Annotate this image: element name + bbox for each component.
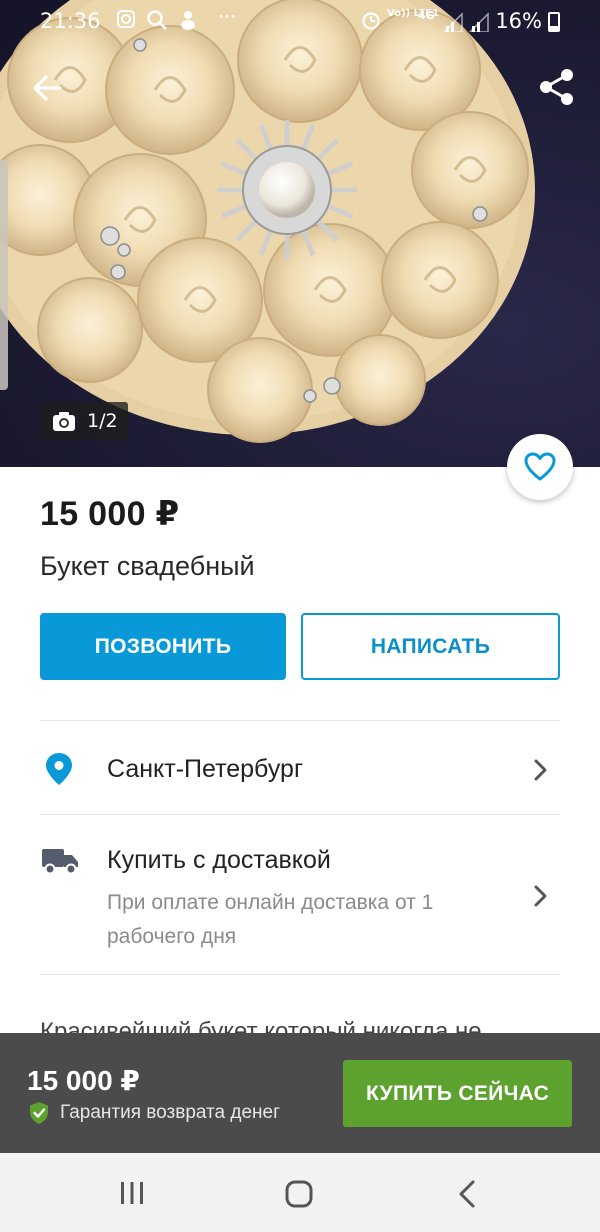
delivery-title: Купить с доставкой: [107, 846, 331, 874]
share-icon[interactable]: [536, 66, 578, 108]
signal-2-icon: [468, 12, 489, 32]
listing-price: 15 000 ₽: [40, 495, 180, 533]
search-icon: [146, 9, 168, 36]
photo-counter-text: 1/2: [87, 410, 118, 432]
call-button[interactable]: ПОЗВОНИТЬ: [40, 613, 286, 680]
location-pin-icon: [46, 753, 72, 785]
buy-bar-price: 15 000 ₽: [27, 1065, 140, 1096]
divider: [40, 720, 560, 721]
shield-check-icon: [30, 1102, 48, 1124]
photo-gallery[interactable]: 21:36 ··· Vo)) LTE1 4G 16% 1/2: [0, 0, 600, 467]
status-time: 21:36: [40, 9, 101, 33]
next-photo-peek: [0, 160, 8, 390]
status-bar: 21:36 ··· Vo)) LTE1 4G 16%: [0, 0, 600, 44]
battery-percent: 16%: [495, 9, 542, 33]
app-icon: [178, 9, 198, 36]
alarm-icon: [360, 9, 382, 36]
divider: [40, 974, 560, 975]
instagram-icon: [116, 9, 136, 34]
favorite-button[interactable]: [507, 434, 573, 500]
battery-icon: [548, 12, 560, 32]
divider: [40, 814, 560, 815]
camera-icon: [53, 412, 75, 431]
money-back-guarantee: Гарантия возврата денег: [60, 1102, 281, 1123]
heart-icon: [524, 452, 556, 481]
photo-counter: 1/2: [40, 402, 128, 440]
bouquet-photo: [0, 0, 535, 443]
recent-apps-icon[interactable]: [118, 1179, 146, 1207]
more-icon: ···: [218, 6, 237, 28]
home-icon[interactable]: [284, 1179, 314, 1209]
delivery-subtitle: При оплате онлайн доставка от 1 рабочего…: [107, 891, 434, 948]
write-button[interactable]: НАПИСАТЬ: [301, 613, 560, 680]
chevron-right-icon: [534, 759, 547, 781]
system-nav-bar: [0, 1153, 600, 1232]
buy-now-button[interactable]: КУПИТЬ СЕЙЧАС: [343, 1060, 572, 1127]
signal-icon: [442, 12, 463, 32]
chevron-right-icon: [534, 885, 547, 907]
buy-bar: 15 000 ₽ Гарантия возврата денег КУПИТЬ …: [0, 1033, 600, 1153]
network-type: 4G: [418, 9, 435, 22]
delivery-truck-icon: [42, 849, 78, 875]
back-nav-icon[interactable]: [456, 1179, 478, 1209]
back-arrow-icon[interactable]: [28, 68, 68, 108]
listing-title: Букет свадебный: [40, 551, 255, 581]
location-city: Санкт-Петербург: [107, 755, 304, 783]
